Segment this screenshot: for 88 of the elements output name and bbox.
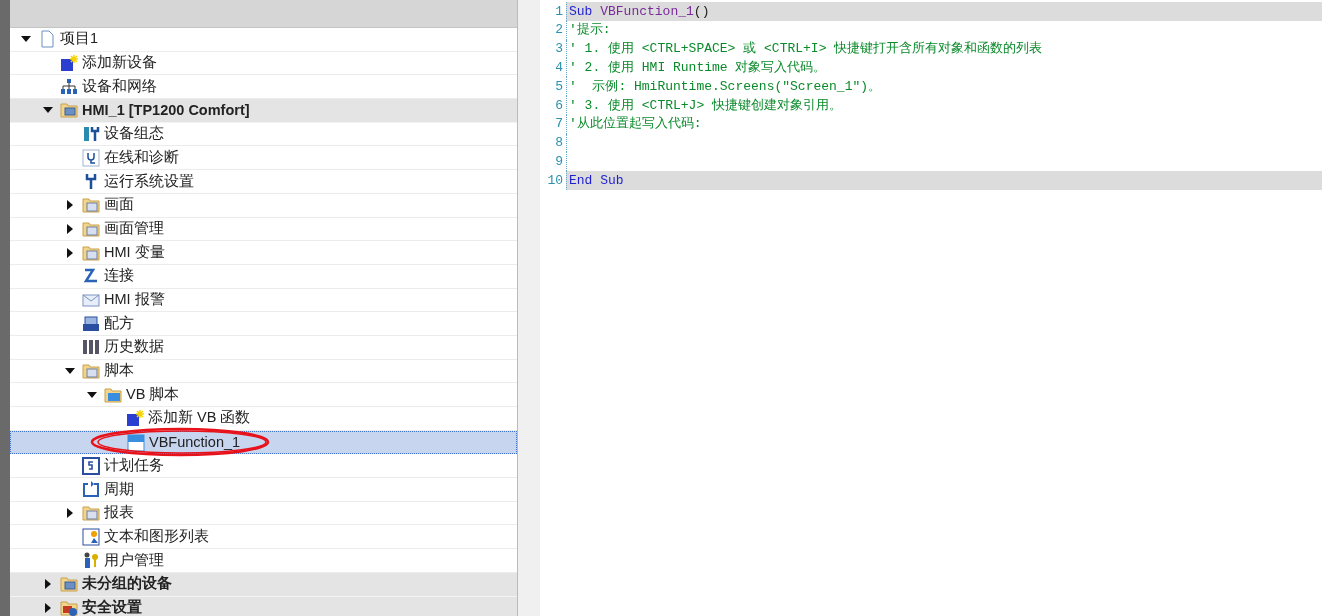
tree-row[interactable]: 报表	[10, 501, 517, 526]
stethoscope-icon	[82, 148, 100, 167]
collapsed-arrow-icon[interactable]	[67, 508, 73, 519]
collapsed-arrow-icon[interactable]	[67, 223, 73, 234]
tree-label: 添加新设备	[82, 53, 157, 73]
tree-label: 安全设置	[82, 597, 142, 616]
security-icon	[60, 598, 78, 616]
tree-label: 脚本	[104, 361, 134, 381]
tree-label: VB 脚本	[126, 384, 180, 404]
vb-file-icon	[127, 433, 145, 452]
line-number: 10	[540, 171, 566, 190]
tree-label: HMI 变量	[104, 242, 165, 262]
tree-label: 连接	[104, 266, 134, 286]
tree-row[interactable]: 安全设置	[10, 596, 517, 616]
tree-label: 项目1	[60, 29, 99, 49]
tree-row[interactable]: VB 脚本	[10, 383, 517, 407]
tree-label: 报表	[104, 503, 134, 523]
tree-label: 在线和诊断	[104, 147, 179, 167]
code-text: End Sub	[569, 171, 624, 190]
calendar-icon	[82, 456, 100, 475]
page-icon	[38, 30, 56, 49]
tree-label: HMI 报警	[104, 290, 165, 310]
collapsed-arrow-icon[interactable]	[45, 602, 51, 613]
code-text: ' 1. 使用 <CTRL+SPACE> 或 <CTRL+I> 快捷键打开含所有对象和函数的列表	[569, 40, 1043, 59]
folder-icon	[82, 219, 100, 238]
new-item-icon	[126, 409, 144, 428]
tree-row[interactable]: 周期	[10, 478, 517, 502]
text-graphic-list-icon	[82, 527, 100, 546]
tree-label: 计划任务	[104, 455, 164, 475]
expanded-arrow-icon[interactable]	[65, 367, 75, 374]
tree-row[interactable]: 脚本	[10, 359, 517, 384]
card-file-icon	[82, 314, 100, 333]
tree-label: 设备组态	[104, 124, 164, 144]
code-text: ' 示例: HmiRuntime.Screens("Screen_1")。	[569, 77, 882, 96]
tree-label: 历史数据	[104, 337, 164, 357]
tree-label: 未分组的设备	[82, 574, 172, 594]
tree-label: 配方	[104, 313, 134, 333]
tree-row[interactable]: 设备组态	[10, 122, 517, 147]
collapsed-arrow-icon[interactable]	[67, 247, 73, 258]
tree-row[interactable]: 文本和图形列表	[10, 525, 517, 550]
folder-icon	[82, 196, 100, 215]
expanded-arrow-icon[interactable]	[21, 36, 31, 43]
tree-row[interactable]: HMI 变量	[10, 241, 517, 265]
tree-row[interactable]: 添加新设备	[10, 51, 517, 76]
user-key-icon	[82, 551, 100, 570]
binders-icon	[82, 338, 100, 357]
tree-label: 周期	[104, 479, 134, 499]
folder-icon	[82, 361, 100, 380]
code-text: Sub VBFunction_1()	[569, 2, 710, 21]
tree-label: 用户管理	[104, 550, 164, 570]
cycle-icon	[82, 480, 100, 499]
tree-row[interactable]: 配方	[10, 312, 517, 336]
tree-row[interactable]: 历史数据	[10, 335, 517, 360]
tree-row[interactable]: 添加新 VB 函数	[10, 407, 517, 431]
line-number: 1	[540, 2, 566, 21]
tool-icon	[82, 125, 100, 144]
new-item-icon	[60, 54, 78, 73]
collapsed-arrow-icon[interactable]	[67, 200, 73, 211]
collapsed-arrow-icon[interactable]	[45, 579, 51, 590]
device-folder-icon	[60, 101, 78, 120]
code-text: '从此位置起写入代码:	[569, 115, 702, 134]
folder-icon	[82, 504, 100, 523]
expanded-arrow-icon[interactable]	[43, 107, 53, 114]
tree-row[interactable]: 设备和网络	[10, 75, 517, 100]
tree-label: 运行系统设置	[104, 171, 194, 191]
tree-row[interactable]: 连接	[10, 264, 517, 289]
tree-row[interactable]: 计划任务	[10, 454, 517, 479]
tree-row[interactable]: 未分组的设备	[10, 572, 517, 597]
code-text: '提示:	[569, 21, 611, 40]
tree-label: 画面	[104, 195, 134, 215]
network-icon	[60, 77, 78, 96]
tree-label: 设备和网络	[82, 76, 157, 96]
tree-row[interactable]: 用户管理	[10, 549, 517, 573]
tree-row[interactable]: 项目1	[10, 28, 517, 52]
code-text: ' 3. 使用 <CTRL+J> 快捷键创建对象引用。	[569, 96, 843, 115]
device-folder-icon	[60, 575, 78, 594]
tree-label: 画面管理	[104, 218, 164, 238]
folder-icon	[104, 385, 122, 404]
code-text: ' 2. 使用 HMI Runtime 对象写入代码。	[569, 59, 827, 78]
expanded-arrow-icon[interactable]	[87, 391, 97, 398]
tree-label: HMI_1 [TP1200 Comfort]	[82, 100, 250, 120]
tree-row[interactable]: 在线和诊断	[10, 146, 517, 171]
tree-row[interactable]: 运行系统设置	[10, 170, 517, 194]
tree-row[interactable]: HMI_1 [TP1200 Comfort]	[10, 99, 517, 123]
tree-label: 文本和图形列表	[104, 526, 209, 546]
tree-label: VBFunction_1	[149, 432, 241, 452]
tree-label: 添加新 VB 函数	[148, 408, 251, 428]
folder-icon	[82, 243, 100, 262]
